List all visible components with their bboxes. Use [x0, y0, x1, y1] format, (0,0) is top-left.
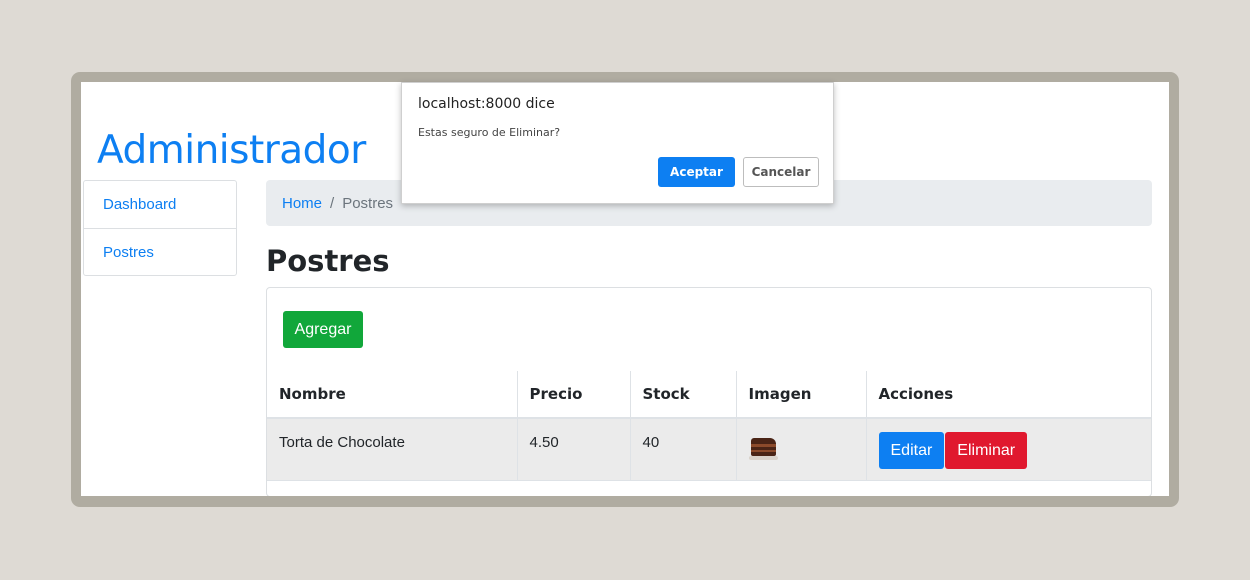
sidebar-item-postres[interactable]: Postres [84, 228, 236, 275]
edit-button[interactable]: Editar [878, 432, 945, 469]
dialog-origin: localhost:8000 dice [418, 96, 555, 112]
accept-button[interactable]: Aceptar [658, 157, 735, 187]
breadcrumb-current: Postres [342, 194, 394, 212]
dialog-message: Estas seguro de Eliminar? [418, 126, 561, 139]
table-header-row: Nombre Precio Stock Imagen Acciones [267, 371, 1151, 419]
header-nombre: Nombre [267, 371, 518, 419]
delete-button[interactable]: Eliminar [945, 432, 1028, 469]
cell-precio: 4.50 [516, 417, 631, 481]
header-stock: Stock [629, 371, 737, 419]
add-button[interactable]: Agregar [283, 311, 363, 348]
breadcrumb-separator: / [330, 194, 335, 212]
cell-imagen [735, 417, 867, 481]
sidebar: Dashboard Postres [83, 180, 237, 276]
cell-stock: 40 [629, 417, 737, 481]
postres-table: Nombre Precio Stock Imagen Acciones Tort… [267, 371, 1151, 481]
header-precio: Precio [516, 371, 631, 419]
postres-card: Agregar Nombre Precio Stock Imagen Accio… [266, 287, 1152, 496]
breadcrumb-home-link[interactable]: Home [282, 195, 322, 212]
header-acciones: Acciones [865, 371, 1151, 419]
cell-nombre: Torta de Chocolate [267, 417, 518, 481]
cell-acciones: Editar Eliminar [865, 417, 1151, 481]
header-imagen: Imagen [735, 371, 867, 419]
app-title: Administrador [97, 128, 366, 173]
sidebar-item-dashboard[interactable]: Dashboard [84, 181, 236, 228]
cancel-button[interactable]: Cancelar [743, 157, 819, 187]
chocolate-cake-image [748, 432, 778, 460]
confirm-dialog: localhost:8000 dice Estas seguro de Elim… [401, 82, 834, 204]
table-row: Torta de Chocolate 4.50 40 Editar Elimin… [267, 417, 1151, 481]
page-title: Postres [266, 244, 390, 278]
